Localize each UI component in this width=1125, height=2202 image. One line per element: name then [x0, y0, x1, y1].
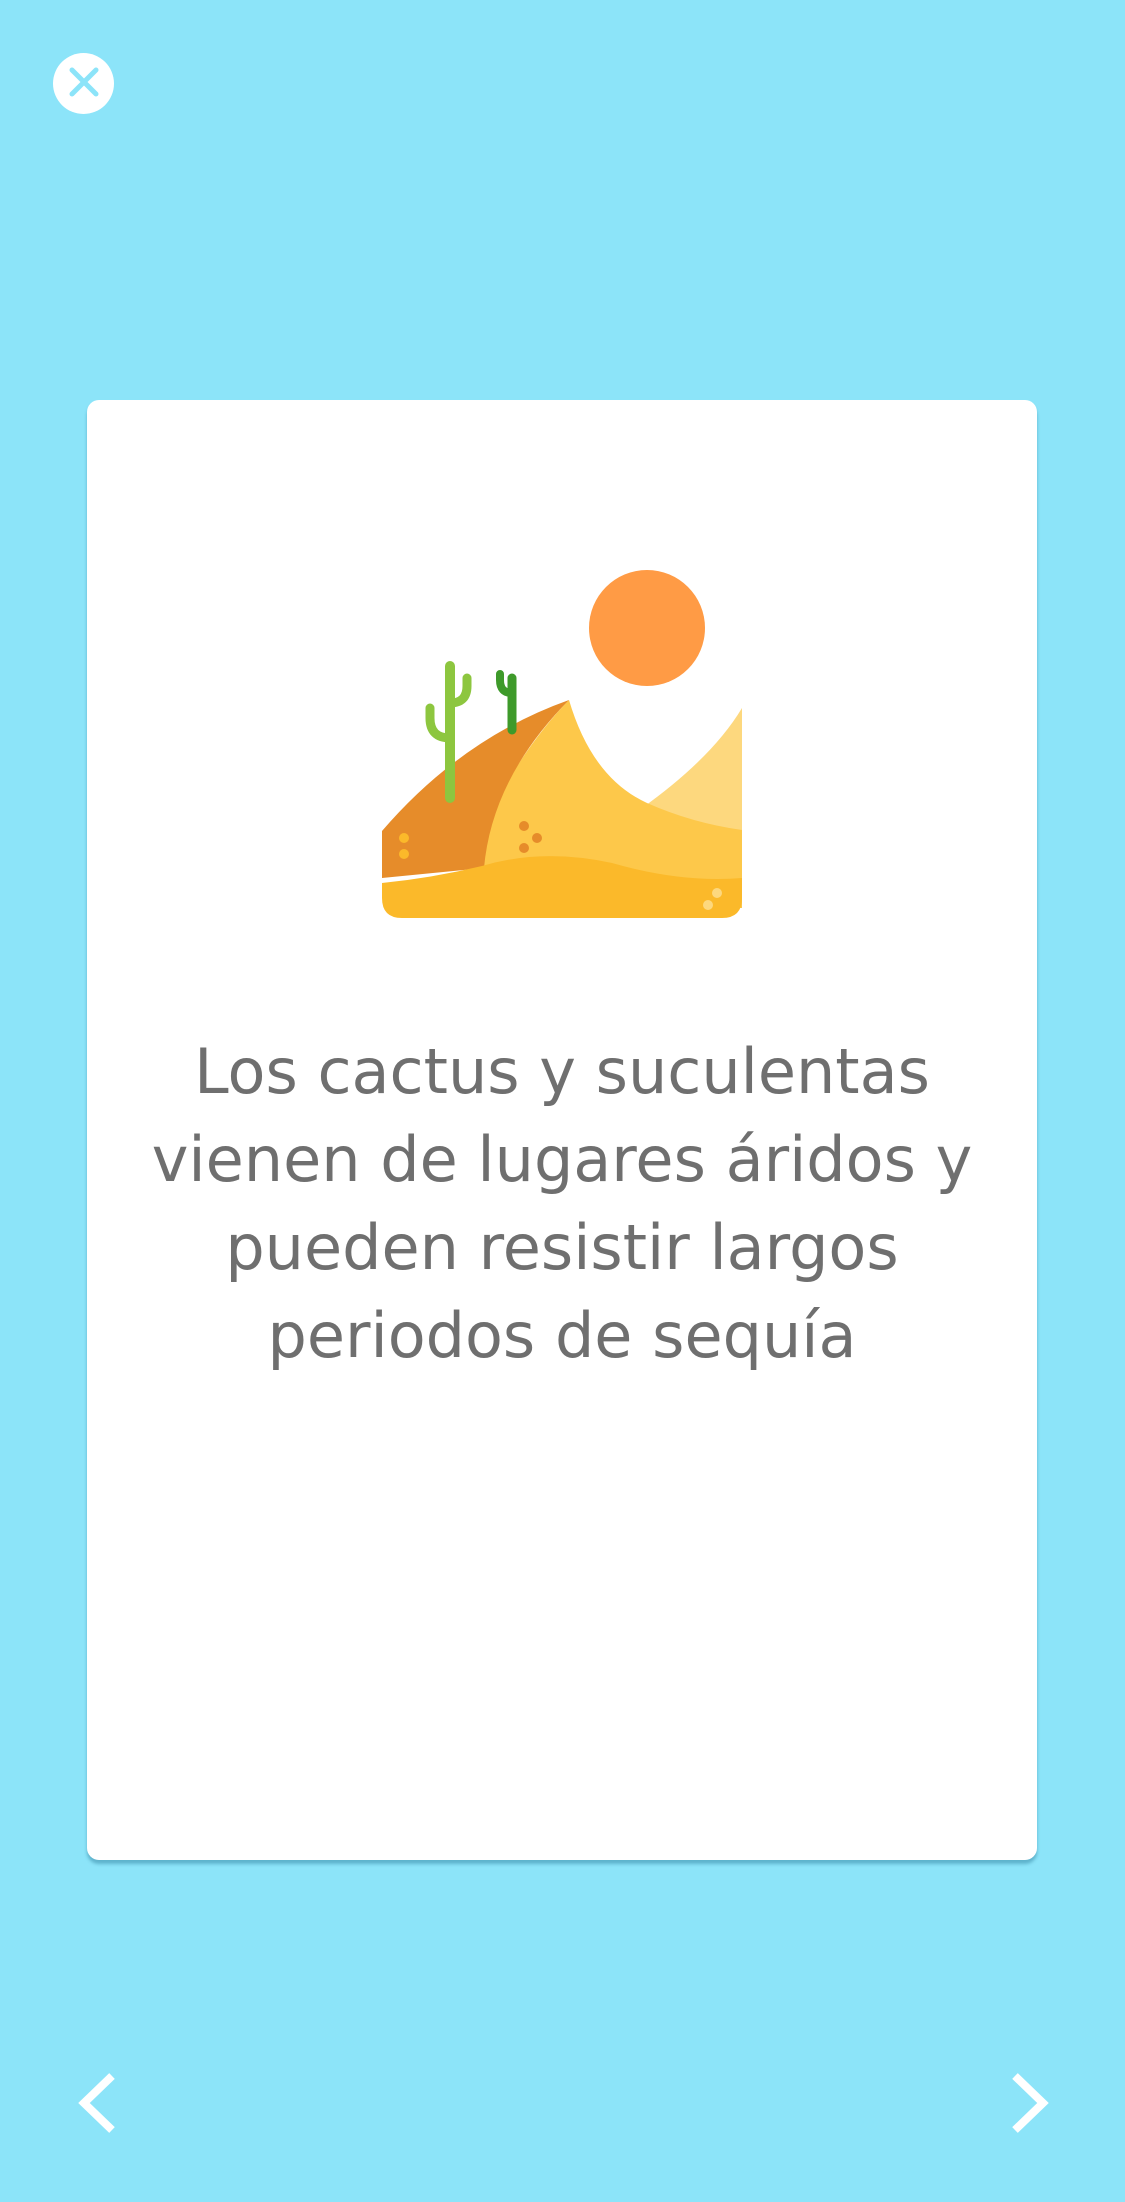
desert-with-cactus-and-sun-icon [382, 568, 742, 918]
fact-text: Los cactus y suculentas vienen de lugare… [151, 1035, 973, 1372]
chevron-right-icon [1007, 2070, 1053, 2140]
close-button[interactable] [53, 53, 114, 114]
fact-card: Los cactus y suculentas vienen de lugare… [87, 400, 1037, 1860]
close-icon [67, 65, 101, 103]
chevron-left-icon [74, 2070, 120, 2140]
previous-button[interactable] [62, 2070, 132, 2140]
next-button[interactable] [995, 2070, 1065, 2140]
